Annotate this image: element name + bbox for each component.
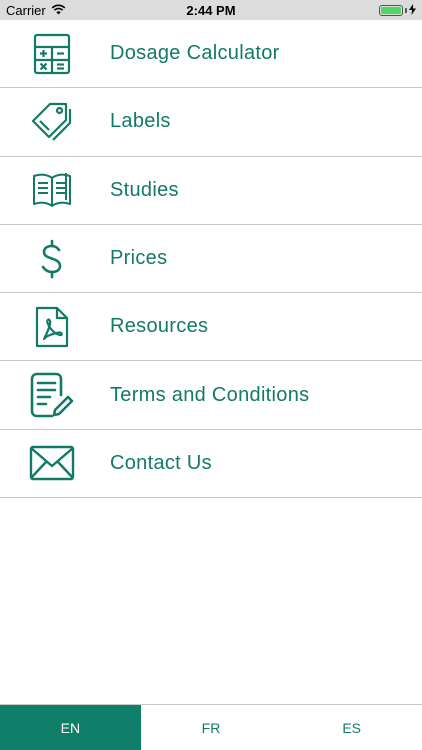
menu-item-studies[interactable]: Studies bbox=[0, 157, 422, 225]
menu-item-label: Terms and Conditions bbox=[110, 383, 310, 406]
status-left: Carrier bbox=[6, 3, 126, 18]
menu-item-label: Prices bbox=[110, 247, 168, 270]
language-option-es[interactable]: ES bbox=[281, 705, 422, 750]
menu-item-label: Resources bbox=[110, 315, 209, 338]
main-menu: Dosage Calculator Labels Studies Prices … bbox=[0, 20, 422, 499]
language-option-en[interactable]: EN bbox=[0, 705, 141, 750]
battery-fill bbox=[380, 6, 401, 14]
menu-item-label: Studies bbox=[110, 178, 179, 201]
pdf-document-icon bbox=[0, 293, 104, 360]
menu-item-resources[interactable]: Resources bbox=[0, 293, 422, 362]
menu-item-dosage-calculator[interactable]: Dosage Calculator bbox=[0, 20, 422, 89]
carrier-label: Carrier bbox=[6, 2, 46, 18]
menu-item-label: Dosage Calculator bbox=[110, 42, 280, 65]
battery-tip bbox=[404, 7, 407, 13]
envelope-icon bbox=[0, 430, 104, 497]
calculator-icon bbox=[0, 20, 104, 87]
menu-item-prices[interactable]: Prices bbox=[0, 225, 422, 294]
language-option-fr[interactable]: FR bbox=[140, 705, 282, 750]
dollar-icon bbox=[0, 225, 104, 292]
book-icon bbox=[0, 157, 104, 224]
language-bar: EN FR ES bbox=[0, 704, 422, 750]
menu-item-terms-and-conditions[interactable]: Terms and Conditions bbox=[0, 361, 422, 430]
status-bar: Carrier 2:44 PM bbox=[0, 0, 422, 20]
document-edit-icon bbox=[0, 361, 104, 428]
battery-icon bbox=[378, 4, 403, 16]
menu-item-labels[interactable]: Labels bbox=[0, 88, 422, 157]
charging-bolt-icon bbox=[408, 3, 416, 18]
wifi-icon bbox=[51, 3, 66, 18]
status-time: 2:44 PM bbox=[186, 2, 236, 18]
tag-icon bbox=[0, 88, 104, 155]
status-right bbox=[296, 3, 416, 18]
menu-item-contact-us[interactable]: Contact Us bbox=[0, 430, 422, 499]
menu-item-label: Labels bbox=[110, 110, 171, 133]
menu-item-label: Contact Us bbox=[110, 451, 212, 474]
